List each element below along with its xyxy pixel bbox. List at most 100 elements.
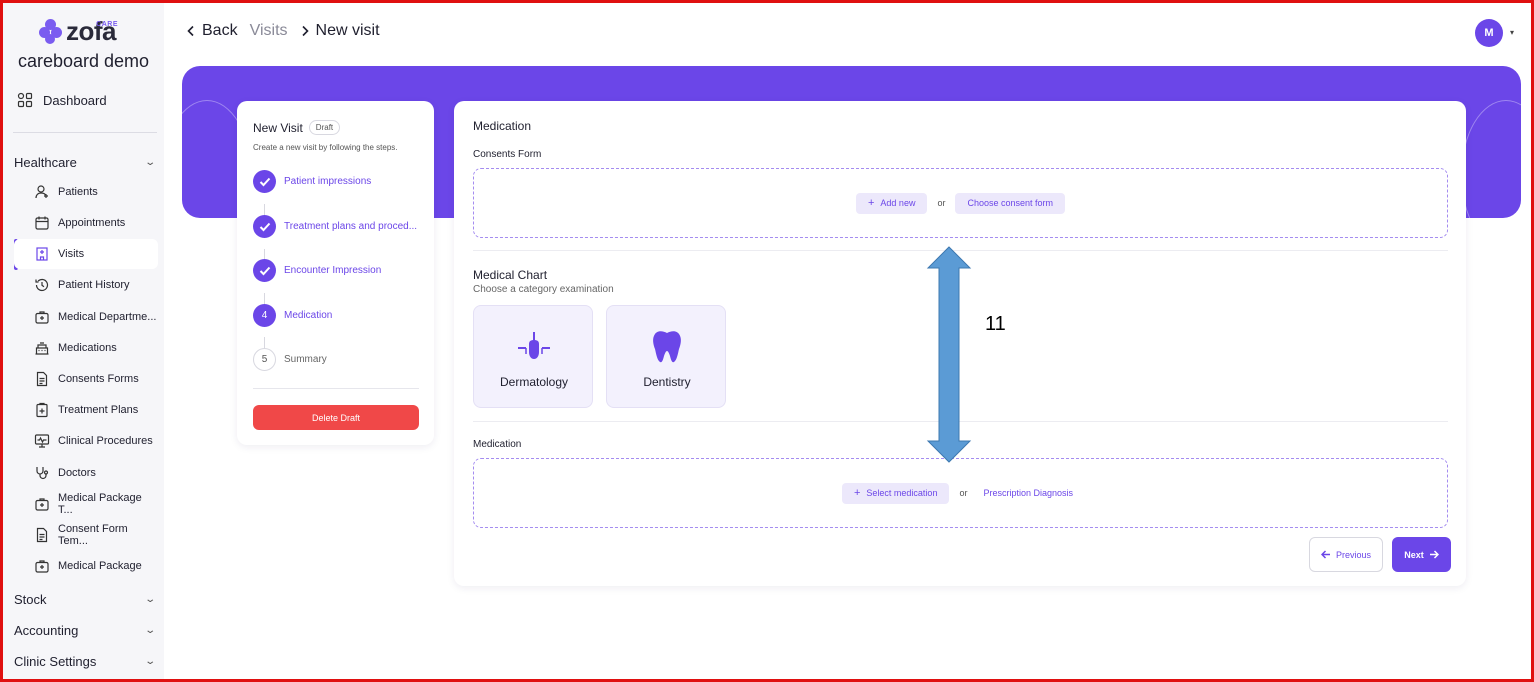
medical-bag-icon (35, 560, 49, 573)
medical-bag-icon (35, 311, 49, 324)
sidebar-group-label: Healthcare (14, 155, 77, 170)
button-label: Next (1404, 549, 1424, 560)
step-patient-impressions[interactable]: Patient impressions (253, 170, 371, 193)
status-badge: Draft (308, 120, 341, 135)
sidebar-item-medical-package-templates[interactable]: Medical Package T... (14, 489, 158, 519)
plus-icon: + (867, 197, 875, 209)
sidebar-item-label: Medical Package T... (58, 492, 142, 516)
visit-steps-card: New Visit Draft Create a new visit by fo… (237, 101, 434, 445)
chevron-right-icon (301, 25, 309, 37)
sidebar-group-healthcare[interactable]: Healthcare ⌄ (14, 155, 156, 170)
annotation-label: 11 (985, 313, 1006, 335)
step-label: Medication (284, 310, 333, 321)
sidebar-item-medical-package[interactable]: Medical Package (14, 551, 158, 581)
sidebar-item-label: Medications (58, 342, 117, 354)
steps-title-text: New Visit (253, 120, 303, 135)
user-avatar[interactable]: M (1475, 19, 1503, 47)
chevron-down-icon: ⌄ (143, 594, 156, 605)
sidebar-item-appointments[interactable]: Appointments (14, 208, 158, 238)
app-logo[interactable]: zofa CARE (39, 17, 118, 45)
sidebar-group-accounting[interactable]: Accounting ⌄ (14, 623, 156, 638)
step-number: 5 (253, 348, 276, 371)
sidebar-item-label: Clinical Procedures (58, 435, 153, 447)
sidebar-group-label: Clinic Settings (14, 654, 97, 669)
steps-divider (253, 388, 419, 389)
sidebar-item-label: Treatment Plans (58, 404, 139, 416)
calendar-icon (35, 216, 49, 230)
sidebar-item-visits[interactable]: Visits (14, 239, 158, 269)
arrow-left-icon (1320, 550, 1330, 559)
sidebar-divider (13, 132, 157, 133)
sidebar-item-label: Doctors (58, 467, 96, 479)
category-label: Dermatology (499, 375, 569, 389)
prescription-diagnosis-button[interactable]: Prescription Diagnosis (977, 488, 1079, 498)
document-icon (36, 371, 48, 387)
previous-button[interactable]: Previous (1309, 537, 1383, 572)
chevron-down-icon[interactable]: ▾ (1510, 28, 1514, 37)
add-new-consent-button[interactable]: + Add new (855, 192, 928, 214)
step-label: Treatment plans and proced... (284, 221, 418, 232)
sidebar-item-doctors[interactable]: Doctors (14, 458, 158, 488)
step-encounter-impression[interactable]: Encounter Impression (253, 259, 381, 282)
delete-draft-button[interactable]: Delete Draft (253, 405, 419, 430)
consents-form-label: Consents Form (473, 149, 542, 160)
sidebar-item-medical-departments[interactable]: Medical Departme... (14, 302, 158, 332)
double-arrow-annotation-icon (926, 246, 972, 463)
logo-care-badge: CARE (96, 21, 118, 28)
step-label: Patient impressions (284, 176, 372, 187)
choose-consent-form-button[interactable]: Choose consent form (955, 192, 1066, 214)
sidebar: zofa CARE careboard demo Dashboard Healt… (3, 3, 164, 679)
monitor-icon (34, 434, 50, 448)
sidebar-item-label: Patient History (58, 279, 130, 291)
hospital-icon (36, 247, 48, 261)
sidebar-item-label: Medical Departme... (58, 311, 157, 323)
check-icon (253, 215, 276, 238)
step-connector (264, 337, 265, 348)
step-summary[interactable]: 5 Summary (253, 348, 327, 371)
sidebar-group-label: Accounting (14, 623, 79, 638)
category-dentistry[interactable]: Dentistry (606, 305, 726, 408)
sidebar-item-consent-form-templates[interactable]: Consent Form Tem... (14, 520, 158, 550)
medication-label: Medication (473, 439, 522, 450)
back-button[interactable]: Back (186, 22, 238, 40)
sidebar-group-stock[interactable]: Stock ⌄ (14, 592, 156, 607)
select-medication-button[interactable]: + Select medication (841, 482, 950, 504)
sidebar-item-consents-forms[interactable]: Consents Forms (14, 364, 158, 394)
next-button[interactable]: Next (1392, 537, 1451, 572)
or-separator: or (937, 198, 946, 208)
sidebar-item-medications[interactable]: Medications (14, 333, 158, 363)
step-label: Summary (284, 354, 327, 365)
medical-chart-subtitle: Choose a category examination (473, 284, 614, 295)
breadcrumb: Back Visits New visit (186, 22, 380, 40)
sidebar-item-patient-history[interactable]: Patient History (14, 270, 158, 300)
sidebar-item-label: Appointments (58, 217, 126, 229)
step-label: Encounter Impression (284, 265, 382, 276)
button-label: Add new (880, 198, 916, 208)
step-medication[interactable]: 4 Medication (253, 304, 332, 327)
sidebar-item-clinical-procedures[interactable]: Clinical Procedures (14, 426, 158, 456)
logo-text: zofa CARE (66, 17, 118, 45)
page-title: Medication (473, 119, 532, 133)
sidebar-group-clinic-settings[interactable]: Clinic Settings ⌄ (14, 654, 156, 669)
back-label: Back (202, 22, 238, 39)
sidebar-item-patients[interactable]: Patients (14, 177, 158, 207)
step-connector (264, 293, 265, 304)
sidebar-item-dashboard[interactable]: Dashboard (17, 92, 107, 108)
sidebar-item-treatment-plans[interactable]: Treatment Plans (14, 395, 158, 425)
history-icon (35, 278, 49, 292)
breadcrumb-visits-link[interactable]: Visits (250, 22, 288, 40)
button-label: Select medication (866, 488, 938, 498)
steps-title: New Visit Draft (253, 120, 341, 135)
tooth-icon (653, 331, 681, 363)
steps-subtitle: Create a new visit by following the step… (253, 143, 398, 152)
sidebar-item-label: Dashboard (43, 92, 107, 108)
category-dermatology[interactable]: Dermatology (473, 305, 593, 408)
arrow-right-icon (1429, 550, 1439, 559)
step-treatment-plans[interactable]: Treatment plans and proced... (253, 215, 417, 238)
medical-bag-icon (35, 498, 49, 511)
sidebar-item-label: Consents Forms (58, 373, 139, 385)
step-connector (264, 204, 265, 215)
patient-icon (35, 185, 48, 199)
clipboard-icon (36, 402, 48, 418)
sidebar-item-label: Visits (58, 248, 85, 260)
